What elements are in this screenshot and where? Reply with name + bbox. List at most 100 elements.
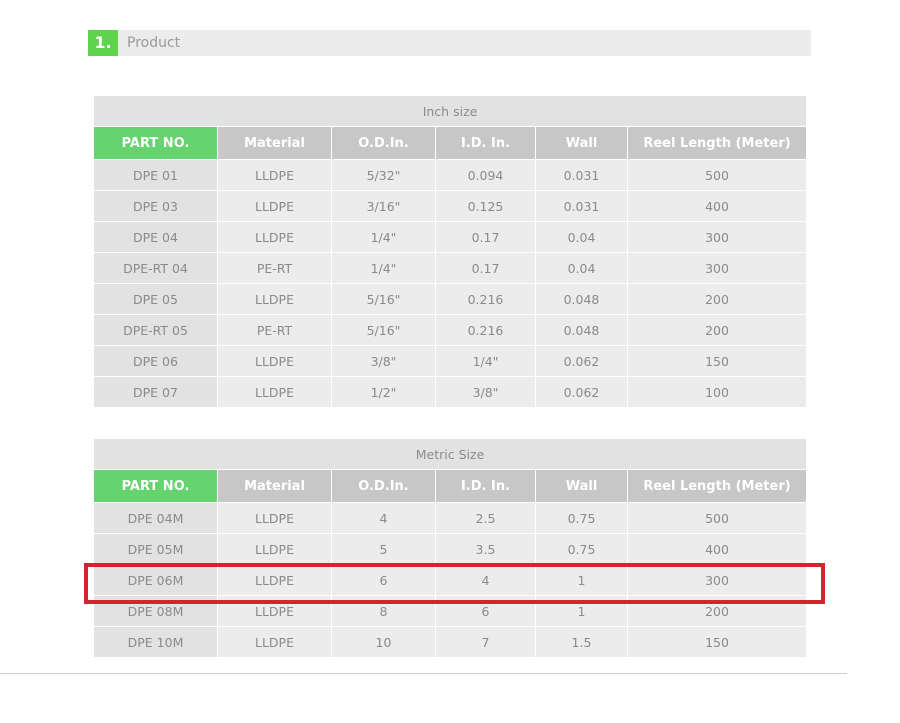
table-cell: PE-RT <box>217 314 332 346</box>
table-cell: 10 <box>331 626 436 658</box>
table-row: DPE 10M LLDPE 10 7 1.5 150 <box>93 626 808 658</box>
table-cell: 100 <box>626 376 808 408</box>
table-row: DPE 05M LLDPE 5 3.5 0.75 400 <box>93 533 808 565</box>
table-cell: 0.75 <box>535 502 628 534</box>
section-header: 1. Product <box>88 30 811 56</box>
table-caption: Inch size <box>92 95 808 127</box>
table-cell: 0.048 <box>535 283 628 315</box>
column-header: Material <box>217 469 332 503</box>
table-cell: 2.5 <box>435 502 536 534</box>
table-cell: DPE-RT 05 <box>93 314 218 346</box>
column-header: Wall <box>535 469 628 503</box>
table-cell: 300 <box>626 252 808 284</box>
table-cell: 7 <box>435 626 536 658</box>
column-header: I.D. In. <box>435 469 536 503</box>
table-cell: 3.5 <box>435 533 536 565</box>
table-cell: 5/16" <box>331 283 436 315</box>
table-row: DPE 07 LLDPE 1/2" 3/8" 0.062 100 <box>93 376 808 408</box>
table-cell: LLDPE <box>217 564 332 596</box>
table-cell: 1/4" <box>435 345 536 377</box>
table-cell: 1.5 <box>535 626 628 658</box>
column-header: I.D. In. <box>435 126 536 160</box>
table-cell: 300 <box>626 221 808 253</box>
table-cell: DPE 08M <box>93 595 218 627</box>
table-cell: 0.04 <box>535 252 628 284</box>
table-cell: LLDPE <box>217 221 332 253</box>
table-cell: 150 <box>626 345 808 377</box>
table-cell: 200 <box>626 283 808 315</box>
table-cell: DPE-RT 04 <box>93 252 218 284</box>
table-cell: 0.216 <box>435 283 536 315</box>
table-row: DPE 06 LLDPE 3/8" 1/4" 0.062 150 <box>93 345 808 377</box>
section-number-badge: 1. <box>88 30 118 56</box>
table-cell: 1 <box>535 564 628 596</box>
page-bottom-area <box>0 674 900 723</box>
table-cell: 0.062 <box>535 345 628 377</box>
table-cell: 6 <box>331 564 436 596</box>
table-cell: 4 <box>331 502 436 534</box>
column-header: Reel Length (Meter) <box>626 126 808 160</box>
column-header: PART NO. <box>93 126 218 160</box>
table-row: DPE 04M LLDPE 4 2.5 0.75 500 <box>93 502 808 534</box>
table-cell: LLDPE <box>217 159 332 191</box>
table-cell: 1 <box>535 595 628 627</box>
column-header: PART NO. <box>93 469 218 503</box>
table-cell: 400 <box>626 190 808 222</box>
table-row: DPE 08M LLDPE 8 6 1 200 <box>93 595 808 627</box>
table-cell: 3/8" <box>331 345 436 377</box>
table-cell: 400 <box>626 533 808 565</box>
table-cell: LLDPE <box>217 502 332 534</box>
table-cell: 0.125 <box>435 190 536 222</box>
table-cell: LLDPE <box>217 626 332 658</box>
table-cell: LLDPE <box>217 533 332 565</box>
table-cell: 0.094 <box>435 159 536 191</box>
table-cell: 1/4" <box>331 252 436 284</box>
inch-size-table: Inch size PART NO. Material O.D.In. I.D. In… <box>92 95 808 408</box>
table-cell: 0.17 <box>435 221 536 253</box>
table-cell: LLDPE <box>217 283 332 315</box>
table-cell: DPE 10M <box>93 626 218 658</box>
table-cell: 0.216 <box>435 314 536 346</box>
table-row: DPE 01 LLDPE 5/32" 0.094 0.031 500 <box>93 159 808 191</box>
table-cell: DPE 07 <box>93 376 218 408</box>
column-header: O.D.In. <box>331 126 436 160</box>
table-cell: DPE 05 <box>93 283 218 315</box>
table-cell: DPE 05M <box>93 533 218 565</box>
table-cell: 6 <box>435 595 536 627</box>
table-header-row: PART NO. Material O.D.In. I.D. In. Wall Reel … <box>93 126 808 160</box>
table-row: DPE 05 LLDPE 5/16" 0.216 0.048 200 <box>93 283 808 315</box>
table-cell: 150 <box>626 626 808 658</box>
table-cell: DPE 04 <box>93 221 218 253</box>
table-row: DPE-RT 04 PE-RT 1/4" 0.17 0.04 300 <box>93 252 808 284</box>
table-cell: LLDPE <box>217 190 332 222</box>
table-cell: LLDPE <box>217 345 332 377</box>
table-cell: 3/16" <box>331 190 436 222</box>
table-cell: PE-RT <box>217 252 332 284</box>
table-cell: 3/8" <box>435 376 536 408</box>
table-cell: 1/2" <box>331 376 436 408</box>
column-header: Material <box>217 126 332 160</box>
table-cell: DPE 06M <box>93 564 218 596</box>
section-title: Product <box>127 35 181 51</box>
table-cell: LLDPE <box>217 376 332 408</box>
table-row: DPE 03 LLDPE 3/16" 0.125 0.031 400 <box>93 190 808 222</box>
table-cell: LLDPE <box>217 595 332 627</box>
table-cell: 8 <box>331 595 436 627</box>
table-cell: DPE 01 <box>93 159 218 191</box>
table-cell: 5/32" <box>331 159 436 191</box>
column-header: Wall <box>535 126 628 160</box>
table-cell: 1/4" <box>331 221 436 253</box>
table-header-row: PART NO. Material O.D.In. I.D. In. Wall Reel … <box>93 469 808 503</box>
metric-size-table: Metric Size PART NO. Material O.D.In. I.D. … <box>92 438 808 658</box>
table-body: DPE 04M LLDPE 4 2.5 0.75 500 DPE 05M LLDPE 5 3.5 0… <box>93 502 808 658</box>
table-cell: DPE 04M <box>93 502 218 534</box>
table-cell: 200 <box>626 314 808 346</box>
table-cell: DPE 06 <box>93 345 218 377</box>
bottom-divider <box>0 673 847 674</box>
table-cell: 5 <box>331 533 436 565</box>
table-row: DPE-RT 05 PE-RT 5/16" 0.216 0.048 200 <box>93 314 808 346</box>
column-header: O.D.In. <box>331 469 436 503</box>
table-cell: 0.75 <box>535 533 628 565</box>
table-cell: 0.062 <box>535 376 628 408</box>
table-cell: DPE 03 <box>93 190 218 222</box>
